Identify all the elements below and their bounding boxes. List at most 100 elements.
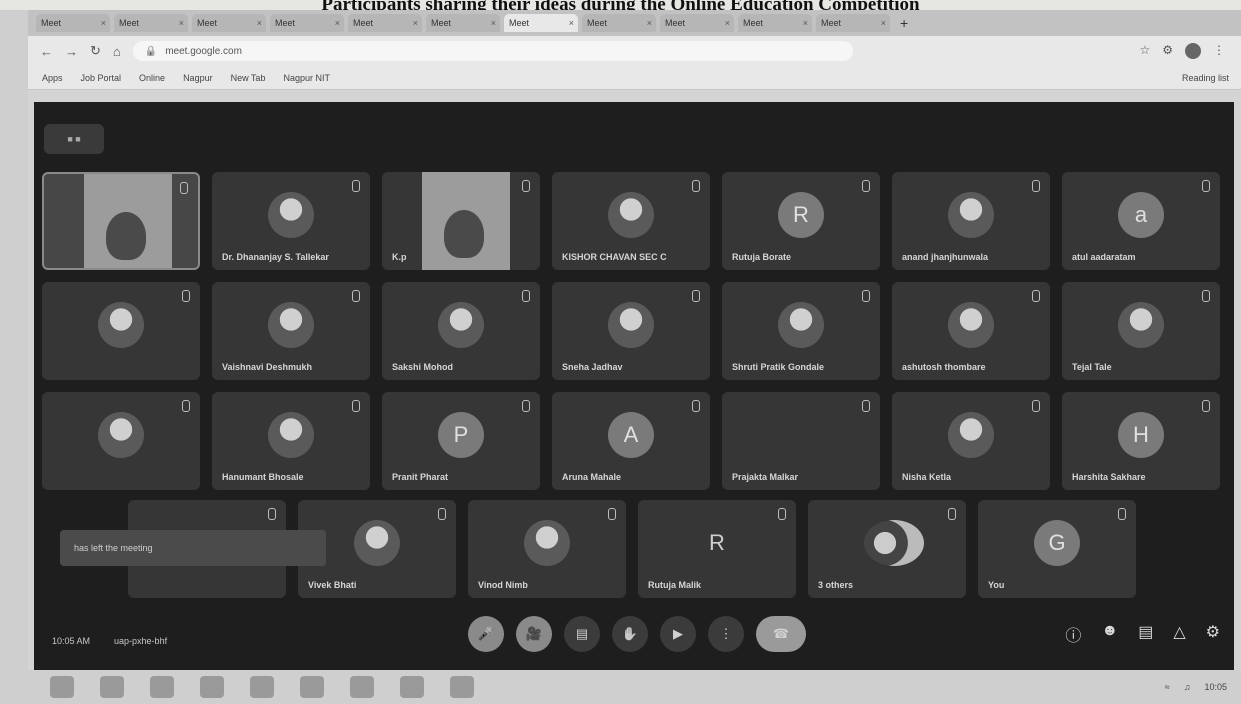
url-bar[interactable]: 🔒 meet.google.com bbox=[132, 41, 853, 61]
search-app-icon[interactable] bbox=[100, 676, 124, 698]
participant-name: Sakshi Mohod bbox=[392, 362, 454, 372]
participant-tile[interactable]: Prajakta Malkar bbox=[722, 392, 880, 490]
reading-list-link[interactable]: Reading list bbox=[1182, 73, 1229, 83]
close-tab-icon[interactable]: × bbox=[413, 18, 418, 28]
participant-tile[interactable]: P Pranit Pharat bbox=[382, 392, 540, 490]
bookmark-item[interactable]: Online bbox=[139, 73, 165, 83]
volume-icon[interactable]: ♫ bbox=[1184, 682, 1191, 692]
close-tab-icon[interactable]: × bbox=[647, 18, 652, 28]
participant-tile[interactable]: Vinod Nimb bbox=[468, 500, 626, 598]
end-call-button[interactable]: ☎ bbox=[756, 616, 806, 652]
layout-chip[interactable]: ■ ■ bbox=[44, 124, 104, 154]
people-icon[interactable]: ☻ bbox=[1101, 622, 1118, 646]
photos-app-icon[interactable] bbox=[300, 676, 324, 698]
participant-tile[interactable]: R Rutuja Malik bbox=[638, 500, 796, 598]
close-tab-icon[interactable]: × bbox=[569, 18, 574, 28]
browser-tab[interactable]: Meet × bbox=[738, 14, 812, 32]
mic-muted-icon bbox=[862, 400, 870, 412]
word-app-icon[interactable] bbox=[350, 676, 374, 698]
browser-tab[interactable]: Meet × bbox=[582, 14, 656, 32]
participant-tile[interactable]: R Rutuja Borate bbox=[722, 172, 880, 270]
browser-tab[interactable]: Meet × bbox=[36, 14, 110, 32]
mic-button[interactable]: 🎤 bbox=[468, 616, 504, 652]
bookmark-item[interactable]: Job Portal bbox=[81, 73, 122, 83]
participant-tile[interactable]: 3 others bbox=[808, 500, 966, 598]
bookmark-item[interactable]: New Tab bbox=[231, 73, 266, 83]
participant-tile[interactable]: A Aruna Mahale bbox=[552, 392, 710, 490]
browser-tab[interactable]: Meet × bbox=[504, 14, 578, 32]
menu-dots-icon[interactable]: ⋮ bbox=[1213, 43, 1225, 59]
extensions-icon[interactable]: ⚙ bbox=[1162, 43, 1173, 59]
close-tab-icon[interactable]: × bbox=[335, 18, 340, 28]
browser-tab[interactable]: Meet × bbox=[816, 14, 890, 32]
participant-tile[interactable] bbox=[42, 282, 200, 380]
edge-app-icon[interactable] bbox=[250, 676, 274, 698]
tab-label: Meet bbox=[197, 18, 218, 28]
close-tab-icon[interactable]: × bbox=[881, 18, 886, 28]
participant-tile[interactable]: KISHOR CHAVAN SEC C bbox=[552, 172, 710, 270]
more-options-button[interactable]: ⋮ bbox=[708, 616, 744, 652]
participant-tile[interactable]: a atul aadaratam bbox=[1062, 172, 1220, 270]
close-tab-icon[interactable]: × bbox=[725, 18, 730, 28]
participant-tile[interactable]: H Harshita Sakhare bbox=[1062, 392, 1220, 490]
info-icon[interactable]: ⓘ bbox=[1065, 622, 1081, 646]
participant-tile[interactable] bbox=[42, 392, 200, 490]
camera-button[interactable]: 🎥 bbox=[516, 616, 552, 652]
tab-label: Meet bbox=[665, 18, 686, 28]
bookmark-item[interactable]: Nagpur bbox=[183, 73, 213, 83]
participant-name: atul aadaratam bbox=[1072, 252, 1136, 262]
new-tab-button[interactable]: + bbox=[900, 15, 908, 31]
close-tab-icon[interactable]: × bbox=[491, 18, 496, 28]
participant-tile[interactable]: Nisha Ketla bbox=[892, 392, 1050, 490]
files-app-icon[interactable] bbox=[400, 676, 424, 698]
chat-icon[interactable]: ▤ bbox=[1138, 622, 1153, 646]
close-tab-icon[interactable]: × bbox=[257, 18, 262, 28]
bookmark-star-icon[interactable]: ☆ bbox=[1139, 43, 1150, 59]
participant-tile[interactable]: Sneha Jadhav bbox=[552, 282, 710, 380]
present-button[interactable]: ▶ bbox=[660, 616, 696, 652]
start-app-icon[interactable] bbox=[50, 676, 74, 698]
close-tab-icon[interactable]: × bbox=[101, 18, 106, 28]
bookmark-item[interactable]: Apps bbox=[42, 73, 63, 83]
participant-tile[interactable]: Vaishnavi Deshmukh bbox=[212, 282, 370, 380]
notes-app-icon[interactable] bbox=[450, 676, 474, 698]
clock[interactable]: 10:05 bbox=[1204, 682, 1227, 692]
participant-name: Dr. Dhananjay S. Tallekar bbox=[222, 252, 329, 262]
browser-tab[interactable]: Meet × bbox=[426, 14, 500, 32]
forward-icon[interactable]: → bbox=[65, 44, 78, 59]
chrome-app-icon[interactable] bbox=[200, 676, 224, 698]
mic-muted-icon bbox=[778, 508, 786, 520]
bookmark-item[interactable]: Nagpur NIT bbox=[283, 73, 330, 83]
participant-tile[interactable] bbox=[42, 172, 200, 270]
activities-icon[interactable]: △ bbox=[1173, 622, 1185, 646]
participant-tile[interactable]: anand jhanjhunwala bbox=[892, 172, 1050, 270]
browser-tab[interactable]: Meet × bbox=[348, 14, 422, 32]
participant-tile[interactable]: ashutosh thombare bbox=[892, 282, 1050, 380]
tab-label: Meet bbox=[41, 18, 62, 28]
host-controls-icon[interactable]: ⚙ bbox=[1206, 622, 1220, 646]
browser-tab[interactable]: Meet × bbox=[192, 14, 266, 32]
reload-icon[interactable]: ↻ bbox=[90, 43, 101, 59]
participant-tile[interactable]: Shruti Pratik Gondale bbox=[722, 282, 880, 380]
captions-button[interactable]: ▤ bbox=[564, 616, 600, 652]
participant-tile[interactable]: Hanumant Bhosale bbox=[212, 392, 370, 490]
participant-tile[interactable]: Tejal Tale bbox=[1062, 282, 1220, 380]
participant-tile[interactable]: Dr. Dhananjay S. Tallekar bbox=[212, 172, 370, 270]
close-tab-icon[interactable]: × bbox=[803, 18, 808, 28]
participant-name: ashutosh thombare bbox=[902, 362, 986, 372]
raise-hand-button[interactable]: ✋ bbox=[612, 616, 648, 652]
tab-label: Meet bbox=[275, 18, 296, 28]
browser-tab[interactable]: Meet × bbox=[660, 14, 734, 32]
wifi-icon[interactable]: ≈ bbox=[1165, 682, 1170, 692]
participant-tile[interactable]: Sakshi Mohod bbox=[382, 282, 540, 380]
back-icon[interactable]: ← bbox=[40, 44, 53, 59]
participant-tile[interactable]: G You bbox=[978, 500, 1136, 598]
profile-avatar[interactable] bbox=[1185, 43, 1201, 59]
home-icon[interactable]: ⌂ bbox=[113, 44, 121, 59]
participant-avatar bbox=[98, 412, 144, 459]
explorer-app-icon[interactable] bbox=[150, 676, 174, 698]
close-tab-icon[interactable]: × bbox=[179, 18, 184, 28]
browser-tab[interactable]: Meet × bbox=[114, 14, 188, 32]
participant-tile[interactable]: K.p bbox=[382, 172, 540, 270]
browser-tab[interactable]: Meet × bbox=[270, 14, 344, 32]
